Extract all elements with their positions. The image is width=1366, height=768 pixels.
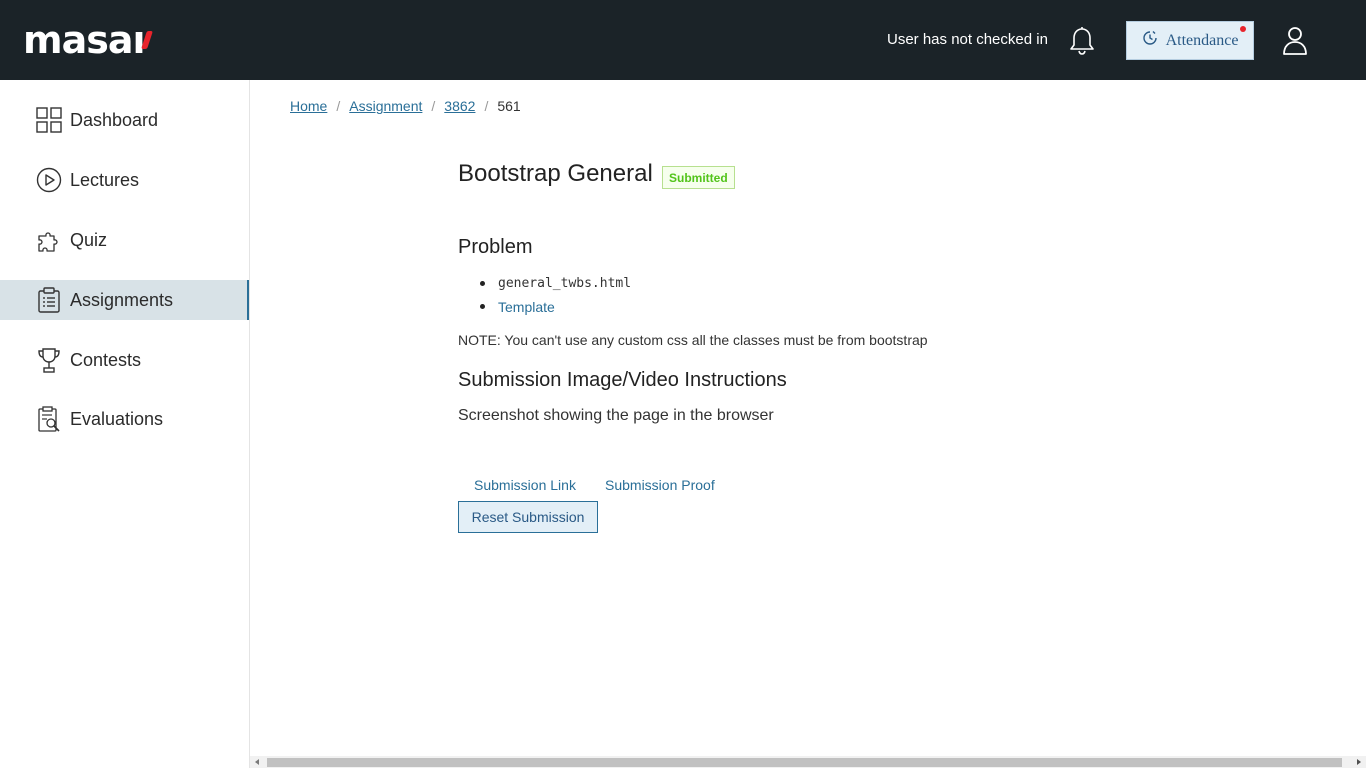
trophy-icon [36, 347, 62, 373]
problem-list: general_twbs.html Template [480, 272, 631, 318]
report-search-icon [36, 406, 62, 432]
checkin-status: User has not checked in [887, 31, 1048, 48]
list-item: Template [480, 295, 631, 318]
sidebar-item-label: Contests [70, 349, 142, 370]
sidebar-item-label: Evaluations [70, 408, 164, 429]
attendance-label: Attendance [1165, 31, 1239, 49]
status-badge: Submitted [662, 166, 735, 189]
problem-heading: Problem [458, 236, 533, 258]
breadcrumb-separator: / [431, 98, 436, 114]
problem-file-name: general_twbs.html [498, 276, 632, 291]
bullet-icon [480, 281, 485, 286]
puzzle-icon [36, 227, 62, 253]
attendance-button[interactable]: Attendance [1126, 21, 1254, 60]
breadcrumb-separator: / [336, 98, 341, 114]
reset-submission-button[interactable]: Reset Submission [458, 501, 598, 533]
sidebar-item-label: Assignments [70, 289, 174, 310]
horizontal-scrollbar[interactable] [250, 756, 1366, 768]
clock-icon [1142, 30, 1158, 51]
grid-icon [36, 107, 62, 133]
scrollbar-thumb[interactable] [267, 758, 1342, 767]
submission-instructions: Screenshot showing the page in the brows… [458, 407, 774, 424]
sidebar-item-label: Dashboard [70, 109, 159, 130]
bell-icon[interactable] [1068, 26, 1096, 56]
sidebar-item-lectures[interactable]: Lectures [0, 160, 249, 200]
notification-dot [1240, 26, 1246, 32]
page-title: Bootstrap General [458, 160, 653, 187]
breadcrumb-separator: / [484, 98, 489, 114]
sidebar-item-label: Lectures [70, 169, 140, 190]
play-circle-icon [36, 167, 62, 193]
sidebar-item-label: Quiz [70, 229, 108, 250]
bullet-icon [480, 304, 485, 309]
clipboard-icon [36, 287, 62, 313]
logo-text: masa [23, 18, 133, 62]
template-link[interactable]: Template [498, 299, 555, 315]
sidebar: Dashboard Lectures Quiz Assignments Cont… [0, 80, 250, 768]
problem-note: NOTE: You can't use any custom css all t… [458, 332, 928, 348]
submission-link[interactable]: Submission Link [474, 477, 576, 493]
list-item: general_twbs.html [480, 272, 631, 295]
submission-heading: Submission Image/Video Instructions [458, 369, 787, 391]
sidebar-item-assignments[interactable]: Assignments [0, 280, 249, 320]
sidebar-item-evaluations[interactable]: Evaluations [0, 399, 249, 439]
breadcrumb: Home / Assignment / 3862 / 561 [290, 98, 521, 114]
breadcrumb-home-link[interactable]: Home [290, 98, 327, 114]
breadcrumb-id-link[interactable]: 3862 [444, 98, 475, 114]
sidebar-item-dashboard[interactable]: Dashboard [0, 100, 249, 140]
sidebar-item-contests[interactable]: Contests [0, 340, 249, 380]
sidebar-item-quiz[interactable]: Quiz [0, 220, 249, 260]
submission-proof-link[interactable]: Submission Proof [605, 477, 715, 493]
scroll-left-arrow-icon[interactable] [255, 759, 259, 765]
user-icon[interactable] [1282, 26, 1308, 56]
breadcrumb-assignment-link[interactable]: Assignment [349, 98, 422, 114]
breadcrumb-current: 561 [497, 98, 521, 114]
masai-logo[interactable]: masa ı [23, 16, 153, 64]
scroll-right-arrow-icon[interactable] [1357, 759, 1361, 765]
top-navbar: masa ı User has not checked in Attendance [0, 0, 1366, 80]
